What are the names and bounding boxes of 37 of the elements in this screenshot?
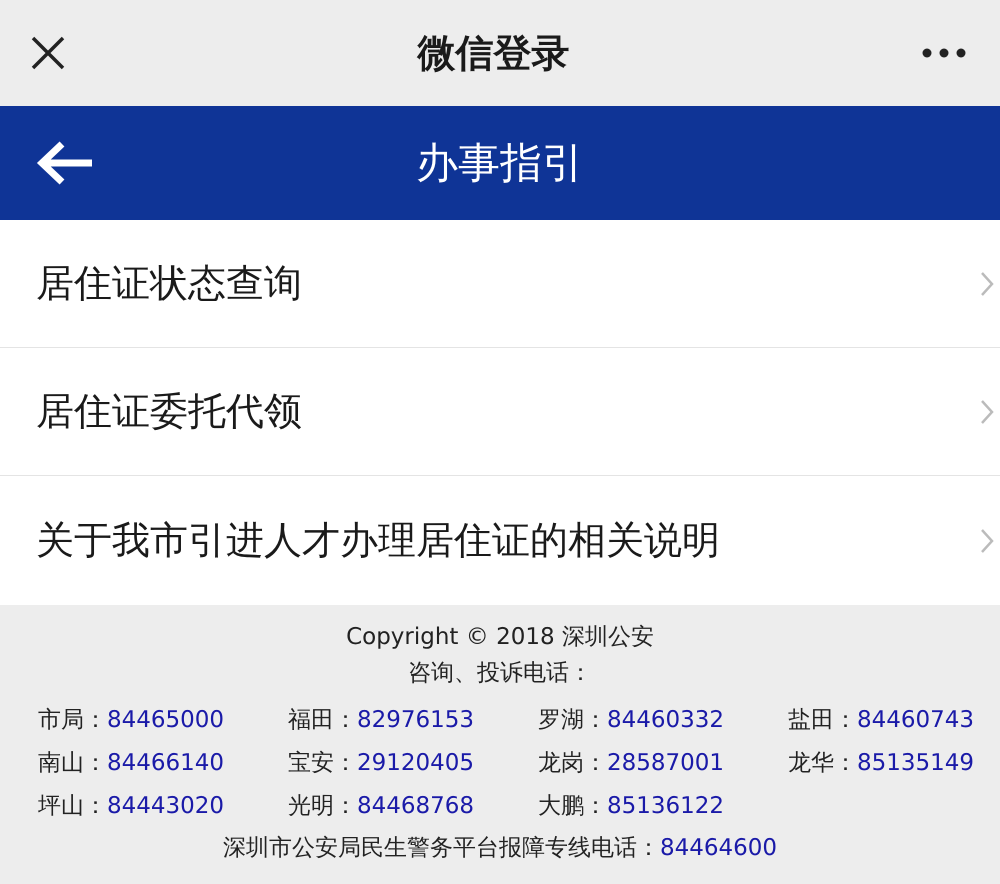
- chevron-right-icon: [980, 398, 994, 424]
- back-arrow-icon[interactable]: [36, 141, 94, 185]
- phone-link[interactable]: 84443020: [107, 793, 224, 819]
- phone-link[interactable]: 84464600: [660, 835, 778, 861]
- phone-link[interactable]: 84466140: [107, 750, 224, 776]
- window-title: 微信登录: [418, 30, 570, 76]
- phone-link[interactable]: 84460332: [607, 707, 724, 733]
- phone-link[interactable]: 84468768: [357, 793, 474, 819]
- chevron-right-icon: [980, 528, 994, 554]
- chevron-right-icon: [980, 270, 994, 296]
- copyright-text: Copyright © 2018 深圳公安: [345, 623, 655, 652]
- phone-link[interactable]: 82976153: [357, 707, 474, 733]
- hotline-label: 深圳市公安局民生警务平台报障专线电话：: [222, 835, 660, 861]
- phone-link[interactable]: 84465000: [107, 707, 224, 733]
- contacts-heading: 咨询、投诉电话：: [407, 659, 593, 688]
- phone-link[interactable]: 28587001: [607, 750, 724, 776]
- phone-link[interactable]: 85136122: [607, 793, 724, 819]
- more-icon[interactable]: [922, 48, 966, 58]
- menu-item[interactable]: 居住证委托代领: [0, 348, 1000, 476]
- district-label: 龙华：: [788, 750, 857, 776]
- phone-link[interactable]: 29120405: [357, 750, 474, 776]
- district-label: 南山：: [38, 750, 107, 776]
- menu-item[interactable]: 居住证状态查询: [0, 220, 1000, 348]
- close-icon[interactable]: [31, 36, 65, 70]
- district-label: 市局：: [38, 707, 107, 733]
- district-label: 坪山：: [38, 793, 107, 819]
- district-label: 光明：: [288, 793, 357, 819]
- district-label: 龙岗：: [538, 750, 607, 776]
- district-label: 福田：: [288, 707, 357, 733]
- district-label: 罗湖：: [538, 707, 607, 733]
- page-title: 办事指引: [416, 137, 584, 189]
- district-label: 宝安：: [288, 750, 357, 776]
- menu-item[interactable]: 关于我市引进人才办理居住证的相关说明: [0, 476, 1000, 605]
- phone-link[interactable]: 84460743: [857, 707, 974, 733]
- phone-link[interactable]: 85135149: [857, 750, 974, 776]
- district-label: 盐田：: [788, 707, 857, 733]
- district-label: 大鹏：: [538, 793, 607, 819]
